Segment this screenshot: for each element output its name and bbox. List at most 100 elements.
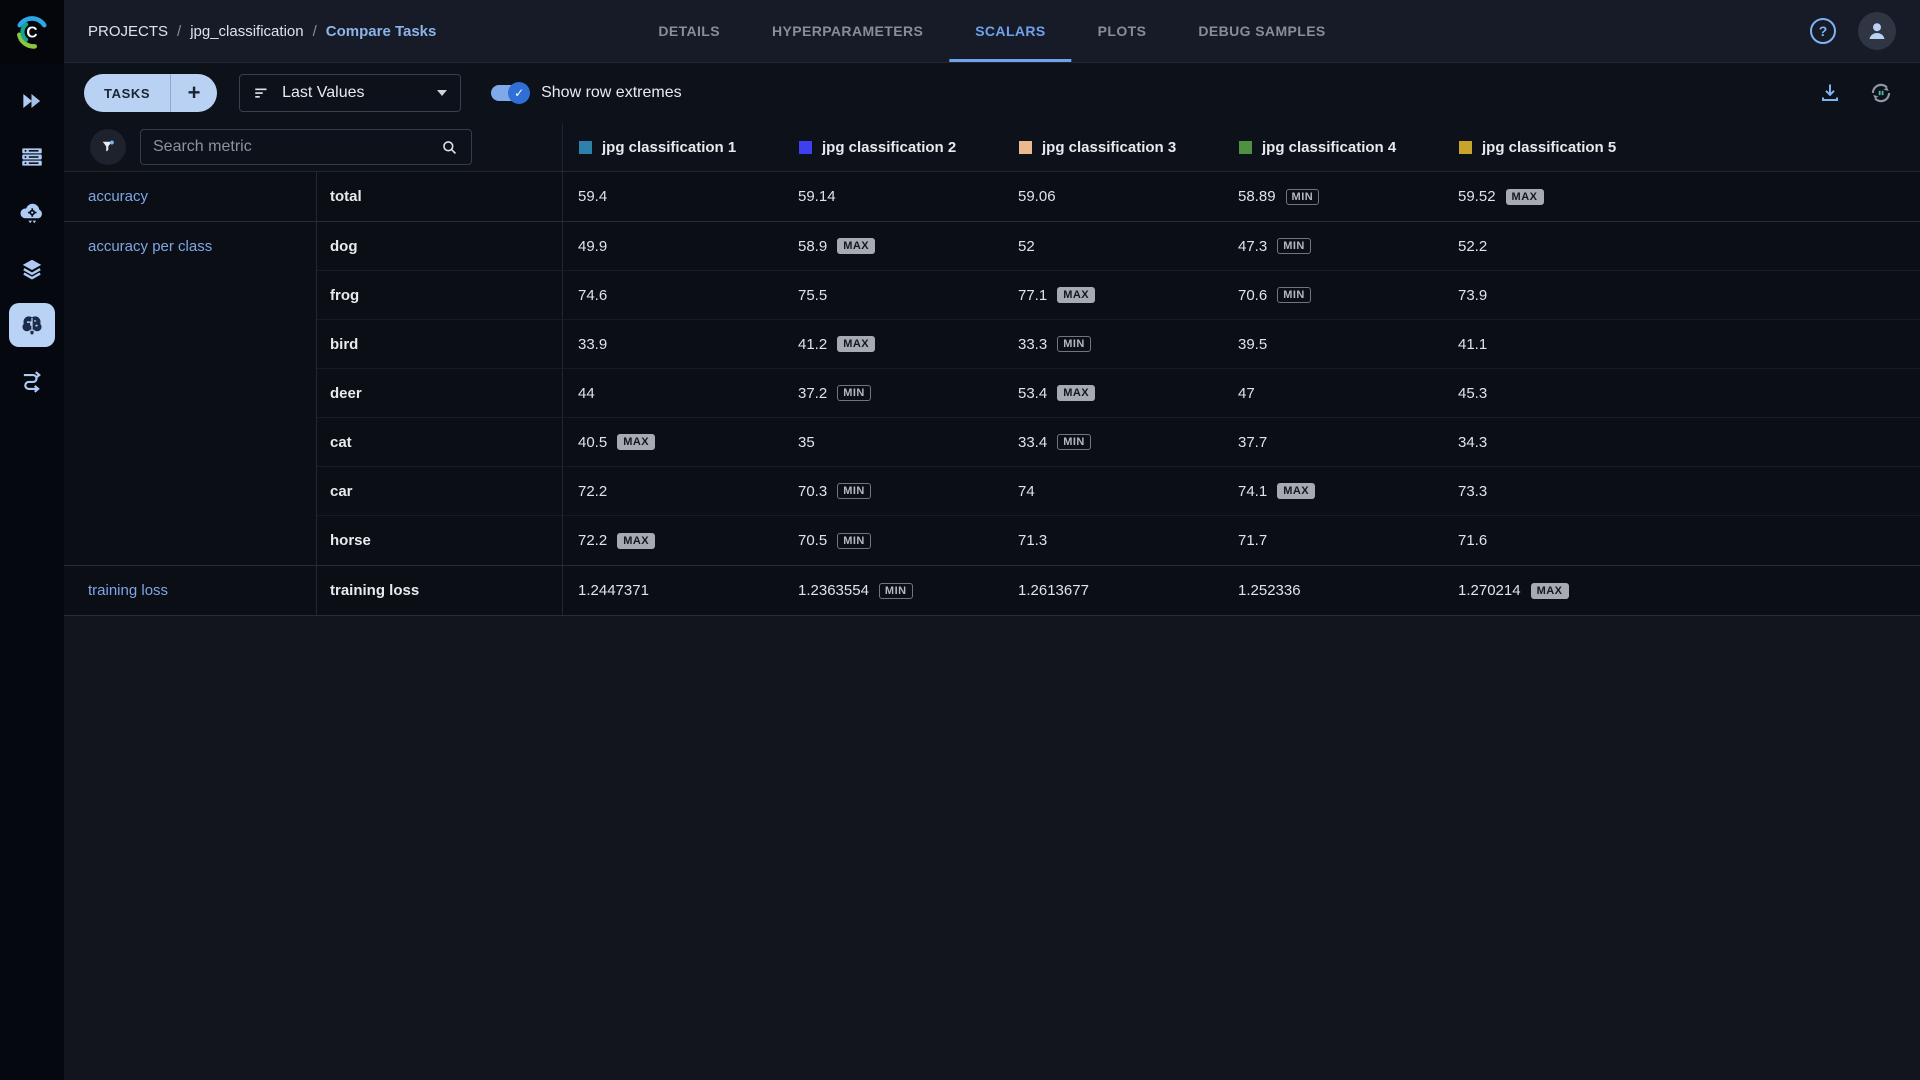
- metric-value: 59.52: [1458, 188, 1496, 205]
- metric-value: 72.2: [578, 532, 608, 549]
- metric-value: 33.9: [578, 335, 608, 353]
- metric-value-cell: 73.9: [1443, 271, 1920, 319]
- min-badge: MIN: [837, 532, 871, 549]
- metric-value: 1.270214: [1458, 582, 1521, 599]
- metric-value: 47.3: [1238, 237, 1268, 255]
- metric-value-cell: 37.2 MIN: [783, 369, 1003, 417]
- metric-value: 52: [1018, 237, 1035, 255]
- metric-name-link[interactable]: accuracy per class: [64, 222, 317, 565]
- metric-group-rows: training loss 1.2447371 1.2363554 MIN 1.2613…: [317, 566, 1920, 615]
- metric-value: 1.252336: [1238, 582, 1301, 599]
- toggle-label: Show row extremes: [541, 84, 682, 101]
- layers-icon[interactable]: [9, 247, 55, 291]
- breadcrumb-project-link[interactable]: jpg_classification: [190, 23, 303, 40]
- table-header-left: [64, 123, 563, 171]
- max-badge: MAX: [1530, 582, 1569, 599]
- tasks-button[interactable]: TASKS +: [84, 74, 218, 112]
- metric-value-cell: 74: [1003, 467, 1223, 515]
- max-badge: MAX: [1057, 287, 1096, 303]
- app-root: C PROJECTS / jpg_classification / Compar…: [0, 0, 1920, 1080]
- search-metric-input[interactable]: [153, 138, 440, 156]
- metric-value-cell: 70.3 MIN: [783, 467, 1003, 515]
- metric-value: 71.7: [1238, 532, 1268, 549]
- auto-refresh-icon[interactable]: [1868, 80, 1894, 106]
- metric-value-cell: 1.2447371: [563, 566, 783, 615]
- add-task-button[interactable]: +: [171, 75, 217, 111]
- metric-value: 73.9: [1458, 286, 1488, 304]
- min-badge: MIN: [1277, 287, 1311, 303]
- app-logo[interactable]: C: [0, 0, 64, 63]
- experiment-color-swatch: [579, 140, 592, 154]
- min-badge: MIN: [1277, 238, 1311, 254]
- metric-name-link[interactable]: training loss: [64, 566, 317, 615]
- tab-details[interactable]: DETAILS: [632, 0, 746, 62]
- min-badge: MIN: [1057, 336, 1091, 352]
- tab-debug-samples[interactable]: DEBUG SAMPLES: [1172, 0, 1351, 62]
- experiment-column-header: jpg classification 1: [563, 123, 783, 171]
- metric-value-cell: 33.9: [563, 320, 783, 368]
- chevron-down-icon: [437, 90, 448, 96]
- metric-value: 1.2447371: [578, 582, 649, 599]
- table-row: deer 44 37.2 MIN 53.4 MAX 47 45.3: [317, 369, 1920, 418]
- metric-value-cell: 59.14: [783, 172, 1003, 221]
- variant-name: bird: [317, 320, 563, 368]
- avatar[interactable]: [1858, 12, 1896, 50]
- toggle-switch[interactable]: ✓: [491, 82, 531, 104]
- tab-hyperparameters[interactable]: HYPERPARAMETERS: [746, 0, 949, 62]
- filter-button[interactable]: [90, 129, 126, 165]
- brain-icon[interactable]: [9, 303, 55, 347]
- max-badge: MAX: [617, 532, 656, 549]
- metric-value-cell: 53.4 MAX: [1003, 369, 1223, 417]
- help-icon[interactable]: ?: [1810, 18, 1836, 44]
- metric-value: 58.89: [1238, 188, 1276, 205]
- metric-value-cell: 34.3: [1443, 418, 1920, 466]
- variant-name: deer: [317, 369, 563, 417]
- experiment-color-swatch: [1239, 140, 1252, 154]
- pipeline-icon[interactable]: [9, 359, 55, 403]
- metric-value: 33.3: [1018, 335, 1048, 353]
- experiment-headers: jpg classification 1 jpg classification 2…: [563, 123, 1920, 171]
- table-row: total 59.4 59.14 59.06 58.89 MIN 59.52 MAX: [317, 172, 1920, 221]
- metric-value-cell: 41.1: [1443, 320, 1920, 368]
- metric-name-link[interactable]: accuracy: [64, 172, 317, 221]
- min-badge: MIN: [1285, 188, 1320, 205]
- metric-value: 52.2: [1458, 237, 1488, 255]
- metric-group: accuracy per class dog 49.9 58.9 MAX 52 47.3 MI…: [64, 222, 1920, 566]
- values-mode-dropdown[interactable]: Last Values: [239, 74, 462, 112]
- metric-value: 40.5: [578, 433, 608, 451]
- metric-value: 35: [798, 433, 815, 451]
- metric-value-cell: 33.3 MIN: [1003, 320, 1223, 368]
- search-metric-box: [140, 129, 472, 165]
- download-icon[interactable]: [1818, 81, 1842, 105]
- metric-value: 33.4: [1018, 433, 1048, 451]
- variant-name: horse: [317, 516, 563, 565]
- metric-value: 41.1: [1458, 335, 1488, 353]
- cloud-gear-icon[interactable]: [9, 191, 55, 235]
- tab-scalars[interactable]: SCALARS: [949, 0, 1072, 62]
- variant-name: dog: [317, 222, 563, 270]
- play-arrows-icon[interactable]: [9, 79, 55, 123]
- metric-value-cell: 74.6: [563, 271, 783, 319]
- tab-plots[interactable]: PLOTS: [1072, 0, 1173, 62]
- metric-value: 72.2: [578, 482, 608, 500]
- metric-value-cell: 74.1 MAX: [1223, 467, 1443, 515]
- show-row-extremes-toggle: ✓ Show row extremes: [491, 82, 682, 104]
- metric-value: 34.3: [1458, 433, 1488, 451]
- max-badge: MAX: [837, 336, 876, 352]
- metric-value: 71.3: [1018, 532, 1048, 549]
- breadcrumb-current-page[interactable]: Compare Tasks: [326, 23, 437, 40]
- metric-group-rows: total 59.4 59.14 59.06 58.89 MIN 59.52 MAX: [317, 172, 1920, 221]
- metric-value: 1.2363554: [798, 582, 869, 599]
- metric-value-cell: 70.6 MIN: [1223, 271, 1443, 319]
- server-rack-icon[interactable]: [9, 135, 55, 179]
- breadcrumb-projects-link[interactable]: PROJECTS: [88, 23, 168, 40]
- search-icon: [443, 140, 456, 154]
- metric-value: 70.6: [1238, 286, 1268, 304]
- sidebar: C: [0, 0, 64, 1080]
- metric-group: accuracy total 59.4 59.14 59.06 58.89 MIN 59.52…: [64, 172, 1920, 222]
- metric-value-cell: 71.3: [1003, 516, 1223, 565]
- metric-value-cell: 71.6: [1443, 516, 1920, 565]
- experiment-column-header: jpg classification 4: [1223, 123, 1443, 171]
- metric-value-cell: 1.252336: [1223, 566, 1443, 615]
- min-badge: MIN: [878, 582, 913, 599]
